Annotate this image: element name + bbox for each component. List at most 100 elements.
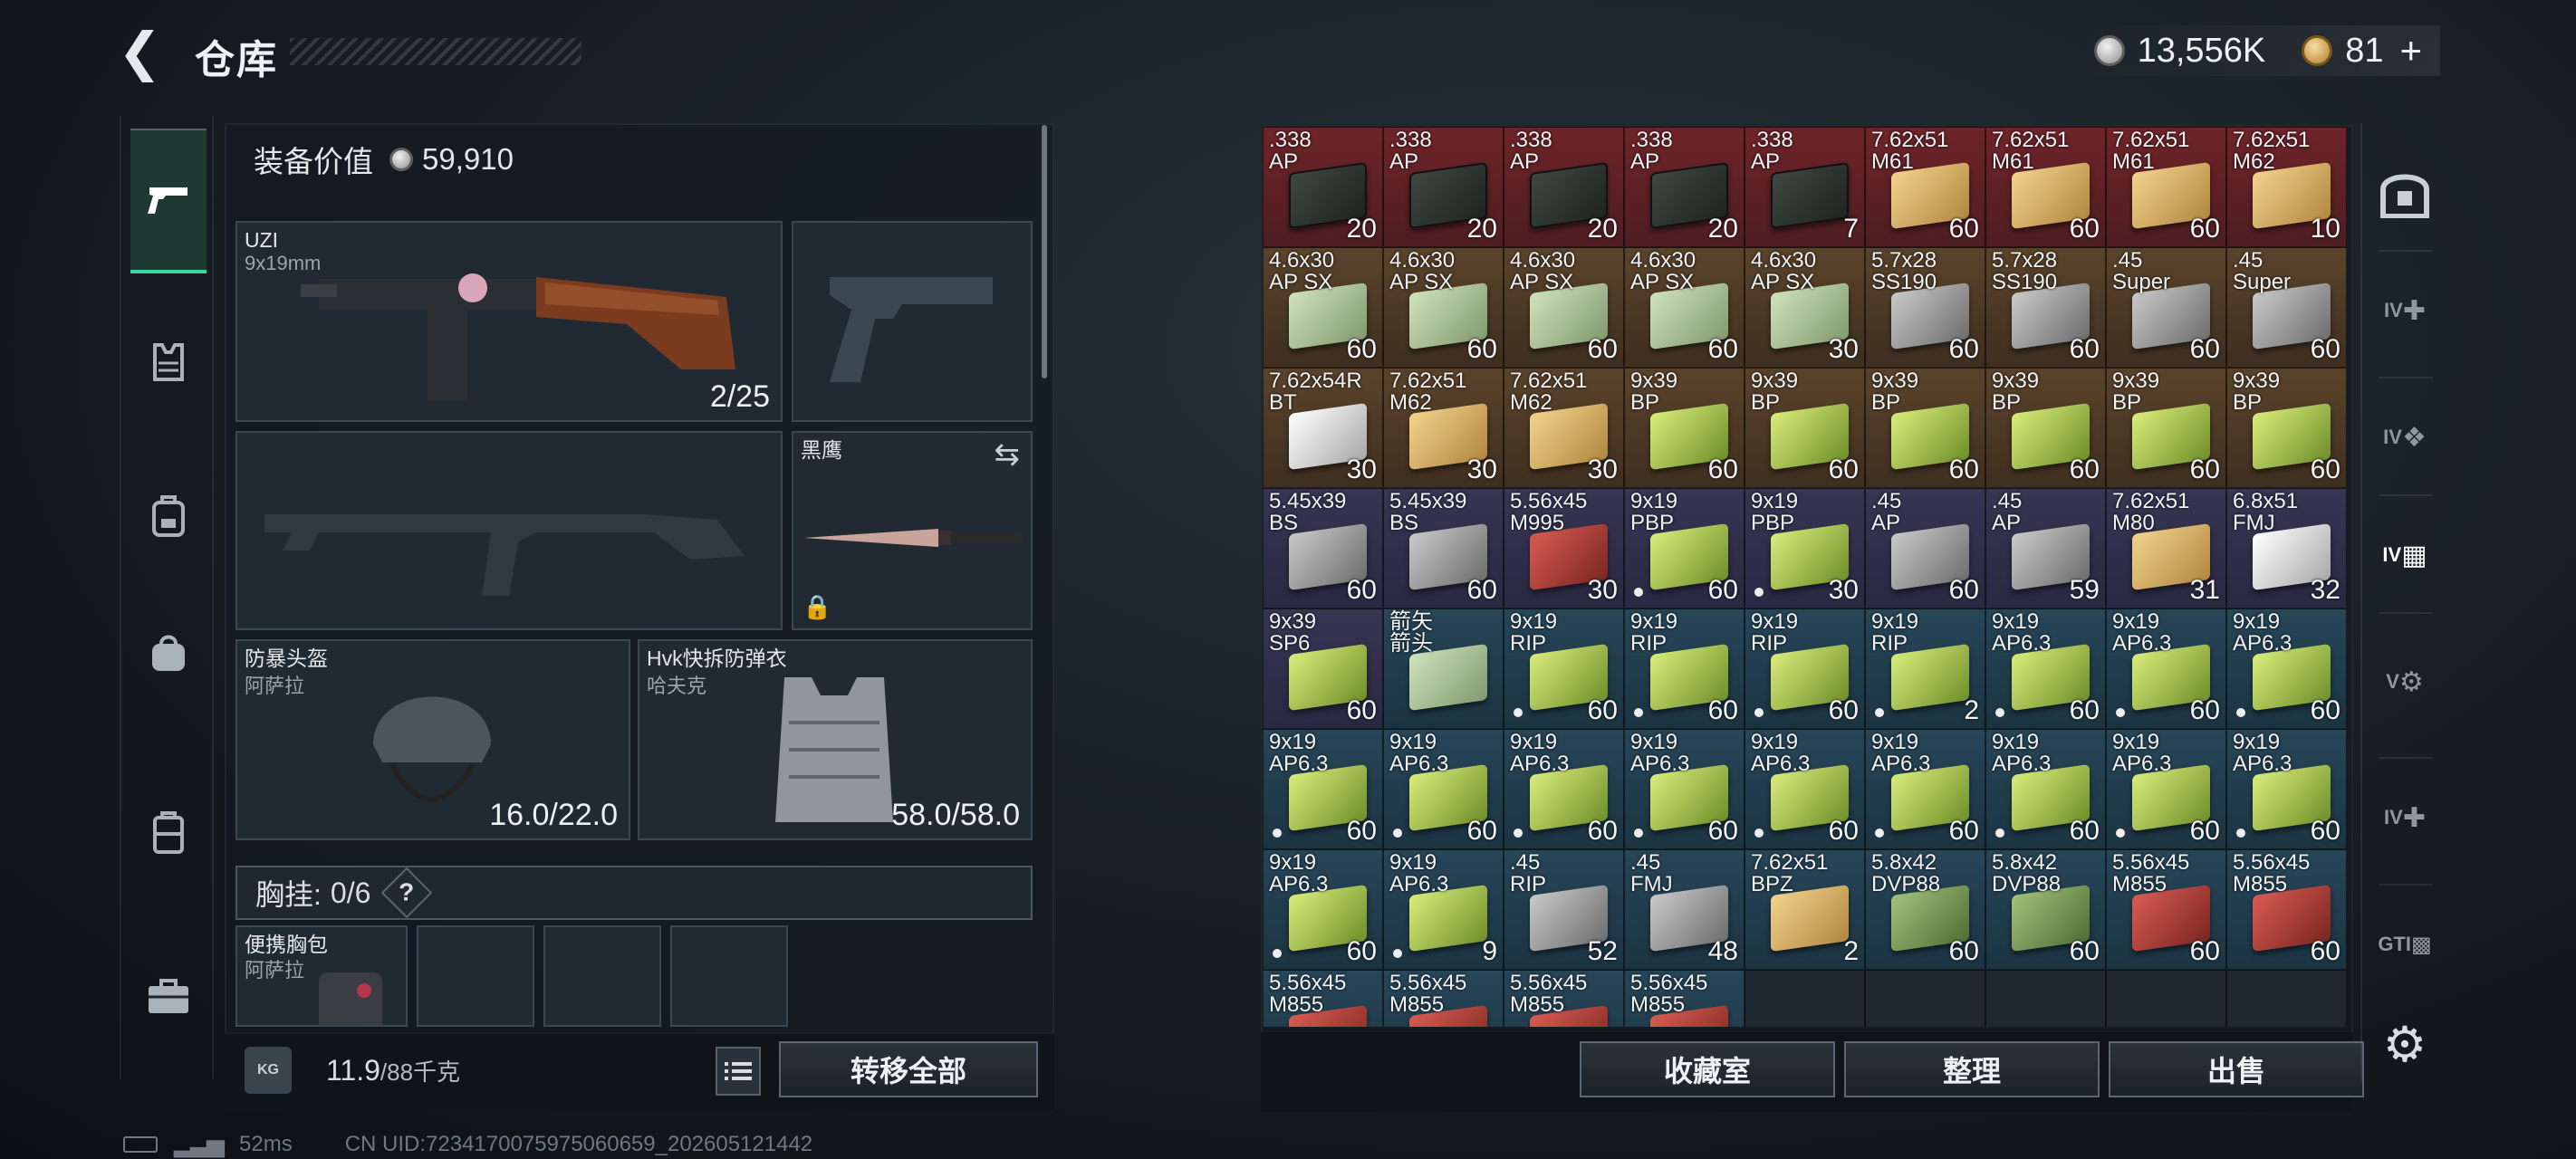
nav-all-storage[interactable] [2371, 159, 2438, 226]
inventory-item[interactable]: 5.56x45 M855 [1263, 970, 1383, 1027]
inventory-item[interactable]: 9x19 AP6.3 60 [1745, 729, 1865, 849]
inventory-item[interactable]: 7.62x51 M61 60 [1865, 127, 1985, 247]
inventory-item[interactable]: 9x39 SP6 60 [1263, 608, 1383, 729]
inventory-item[interactable]: .338 AP 20 [1383, 127, 1504, 247]
inventory-item[interactable]: 5.45x39 BS 60 [1263, 488, 1383, 608]
inventory-item[interactable]: 7.62x51 M62 30 [1504, 368, 1624, 488]
inventory-item[interactable]: 9x39 BP 60 [1865, 368, 1985, 488]
melee-slot[interactable]: 黑鹰 ⇆ 🔒 [792, 431, 1033, 630]
secondary-weapon-slot[interactable] [235, 431, 783, 630]
chest-bag-slot[interactable]: 便携胸包 阿萨拉 [235, 925, 408, 1027]
inventory-empty-slot[interactable] [1985, 970, 2106, 1027]
inventory-item[interactable]: 5.56x45 M855 [1504, 970, 1624, 1027]
inventory-item[interactable]: 9x19 AP6.3 60 [1865, 729, 1985, 849]
inventory-item[interactable]: 7.62x51 M61 60 [1985, 127, 2106, 247]
inventory-item[interactable]: 5.56x45 M855 60 [2106, 849, 2226, 970]
inventory-item[interactable]: 9x19 AP6.3 60 [2106, 608, 2226, 729]
inventory-item[interactable]: 7.62x51 M62 30 [1383, 368, 1504, 488]
inventory-item[interactable]: 4.6x30 AP SX 60 [1263, 247, 1383, 368]
chest-slot-3[interactable] [543, 925, 661, 1027]
armor-slot[interactable]: Hvk快拆防弹衣 哈夫克 58.0/58.0 [638, 639, 1033, 840]
inventory-item[interactable]: 5.56x45 M855 [1383, 970, 1504, 1027]
inventory-item[interactable]: .338 AP 7 [1745, 127, 1865, 247]
inventory-item[interactable]: 箭矢 箭头 [1383, 608, 1504, 729]
inventory-item[interactable]: 5.56x45 M855 [1624, 970, 1745, 1027]
nav-container[interactable] [130, 795, 207, 871]
nav-backpack[interactable] [130, 478, 207, 554]
inventory-item[interactable]: .45 Super 60 [2106, 247, 2226, 368]
pistol-slot[interactable] [792, 221, 1033, 422]
nav-consumable-storage[interactable]: IV ✚ [2371, 784, 2438, 851]
inventory-item[interactable]: 9x19 AP6.3 60 [1263, 849, 1383, 970]
primary-weapon-slot[interactable]: UZI 9x19mm 2/25 [235, 221, 783, 422]
inventory-item[interactable]: 9x19 AP6.3 60 [1383, 729, 1504, 849]
inventory-item[interactable]: 9x39 BP 60 [1624, 368, 1745, 488]
nav-bag[interactable] [130, 614, 207, 690]
nav-medical-storage[interactable]: IV ✚ [2371, 277, 2438, 344]
inventory-item[interactable]: .45 Super 60 [2226, 247, 2347, 368]
back-icon[interactable]: ❮ [118, 25, 172, 80]
inventory-item[interactable]: 5.8x42 DVP88 60 [1865, 849, 1985, 970]
inventory-item[interactable]: 4.6x30 AP SX 60 [1504, 247, 1624, 368]
inventory-item[interactable]: 9x19 AP6.3 60 [1263, 729, 1383, 849]
inventory-empty-slot[interactable] [1745, 970, 1865, 1027]
inventory-item[interactable]: 4.6x30 AP SX 30 [1745, 247, 1865, 368]
nav-equipment-storage[interactable]: V ⚙ [2371, 648, 2438, 715]
nav-misc-storage[interactable]: GTI ▩ [2371, 911, 2438, 978]
inventory-item[interactable]: 9x19 RIP 60 [1504, 608, 1624, 729]
inventory-item[interactable]: 9x19 AP6.3 60 [1504, 729, 1624, 849]
chest-slot-2[interactable] [417, 925, 534, 1027]
inventory-empty-slot[interactable] [1865, 970, 1985, 1027]
inventory-item[interactable]: 5.56x45 M855 60 [2226, 849, 2347, 970]
inventory-item[interactable]: .45 RIP 52 [1504, 849, 1624, 970]
inventory-item[interactable]: 9x19 AP6.3 60 [2226, 729, 2347, 849]
helmet-slot[interactable]: 防暴头盔 阿萨拉 16.0/22.0 [235, 639, 630, 840]
nav-weapon-storage[interactable]: IV ❖ [2371, 404, 2438, 471]
inventory-item[interactable]: 9x19 PBP 60 [1624, 488, 1745, 608]
inventory-item[interactable]: 5.56x45 M995 30 [1504, 488, 1624, 608]
help-icon[interactable]: ? [381, 867, 433, 919]
inventory-item[interactable]: 9x19 AP6.3 60 [2226, 608, 2347, 729]
inventory-item[interactable]: .45 AP 59 [1985, 488, 2106, 608]
collection-button[interactable]: 收藏室 [1580, 1041, 1835, 1097]
inventory-item[interactable]: 9x19 RIP 60 [1624, 608, 1745, 729]
nav-ammo-storage[interactable]: IV ▦ [2371, 522, 2438, 589]
inventory-item[interactable]: 9x19 AP6.3 60 [1985, 729, 2106, 849]
inventory-item[interactable]: 5.7x28 SS190 60 [1985, 247, 2106, 368]
inventory-item[interactable]: 9x19 RIP 60 [1745, 608, 1865, 729]
inventory-item[interactable]: .338 AP 20 [1624, 127, 1745, 247]
inventory-item[interactable]: 7.62x51 M80 31 [2106, 488, 2226, 608]
inventory-item[interactable]: .45 AP 60 [1865, 488, 1985, 608]
nav-toolbox[interactable] [130, 958, 207, 1034]
inventory-item[interactable]: 9x39 BP 60 [1985, 368, 2106, 488]
inventory-item[interactable]: .338 AP 20 [1504, 127, 1624, 247]
inventory-item[interactable]: 5.45x39 BS 60 [1383, 488, 1504, 608]
inventory-item[interactable]: 7.62x54R BT 30 [1263, 368, 1383, 488]
inventory-item[interactable]: 9x19 RIP 2 [1865, 608, 1985, 729]
inventory-item[interactable]: 5.8x42 DVP88 60 [1985, 849, 2106, 970]
transfer-all-button[interactable]: 转移全部 [779, 1041, 1038, 1097]
chest-slot-4[interactable] [670, 925, 788, 1027]
inventory-item[interactable]: 4.6x30 AP SX 60 [1383, 247, 1504, 368]
nav-vest[interactable] [130, 324, 207, 400]
inventory-empty-slot[interactable] [2106, 970, 2226, 1027]
inventory-item[interactable]: 7.62x51 M61 60 [2106, 127, 2226, 247]
inventory-item[interactable]: 9x19 AP6.3 60 [1985, 608, 2106, 729]
inventory-item[interactable]: 9x19 AP6.3 60 [2106, 729, 2226, 849]
inventory-item[interactable]: 9x19 AP6.3 9 [1383, 849, 1504, 970]
inventory-item[interactable]: 9x39 BP 60 [1745, 368, 1865, 488]
settings-button[interactable]: ⚙ [2371, 1011, 2438, 1078]
inventory-item[interactable]: 5.7x28 SS190 60 [1865, 247, 1985, 368]
inventory-item[interactable]: 9x39 BP 60 [2226, 368, 2347, 488]
inventory-item[interactable]: 7.62x51 M62 10 [2226, 127, 2347, 247]
inventory-item[interactable]: 7.62x51 BPZ 2 [1745, 849, 1865, 970]
inventory-item[interactable]: 9x19 PBP 30 [1745, 488, 1865, 608]
sell-button[interactable]: 出售 [2109, 1041, 2364, 1097]
inventory-item[interactable]: .45 FMJ 48 [1624, 849, 1745, 970]
inventory-item[interactable]: 6.8x51 FMJ 32 [2226, 488, 2347, 608]
nav-weapons[interactable] [130, 129, 207, 273]
swap-icon[interactable]: ⇆ [995, 436, 1021, 473]
inventory-empty-slot[interactable] [2226, 970, 2347, 1027]
add-currency-button[interactable]: + [2399, 29, 2422, 72]
list-view-button[interactable] [716, 1047, 761, 1096]
